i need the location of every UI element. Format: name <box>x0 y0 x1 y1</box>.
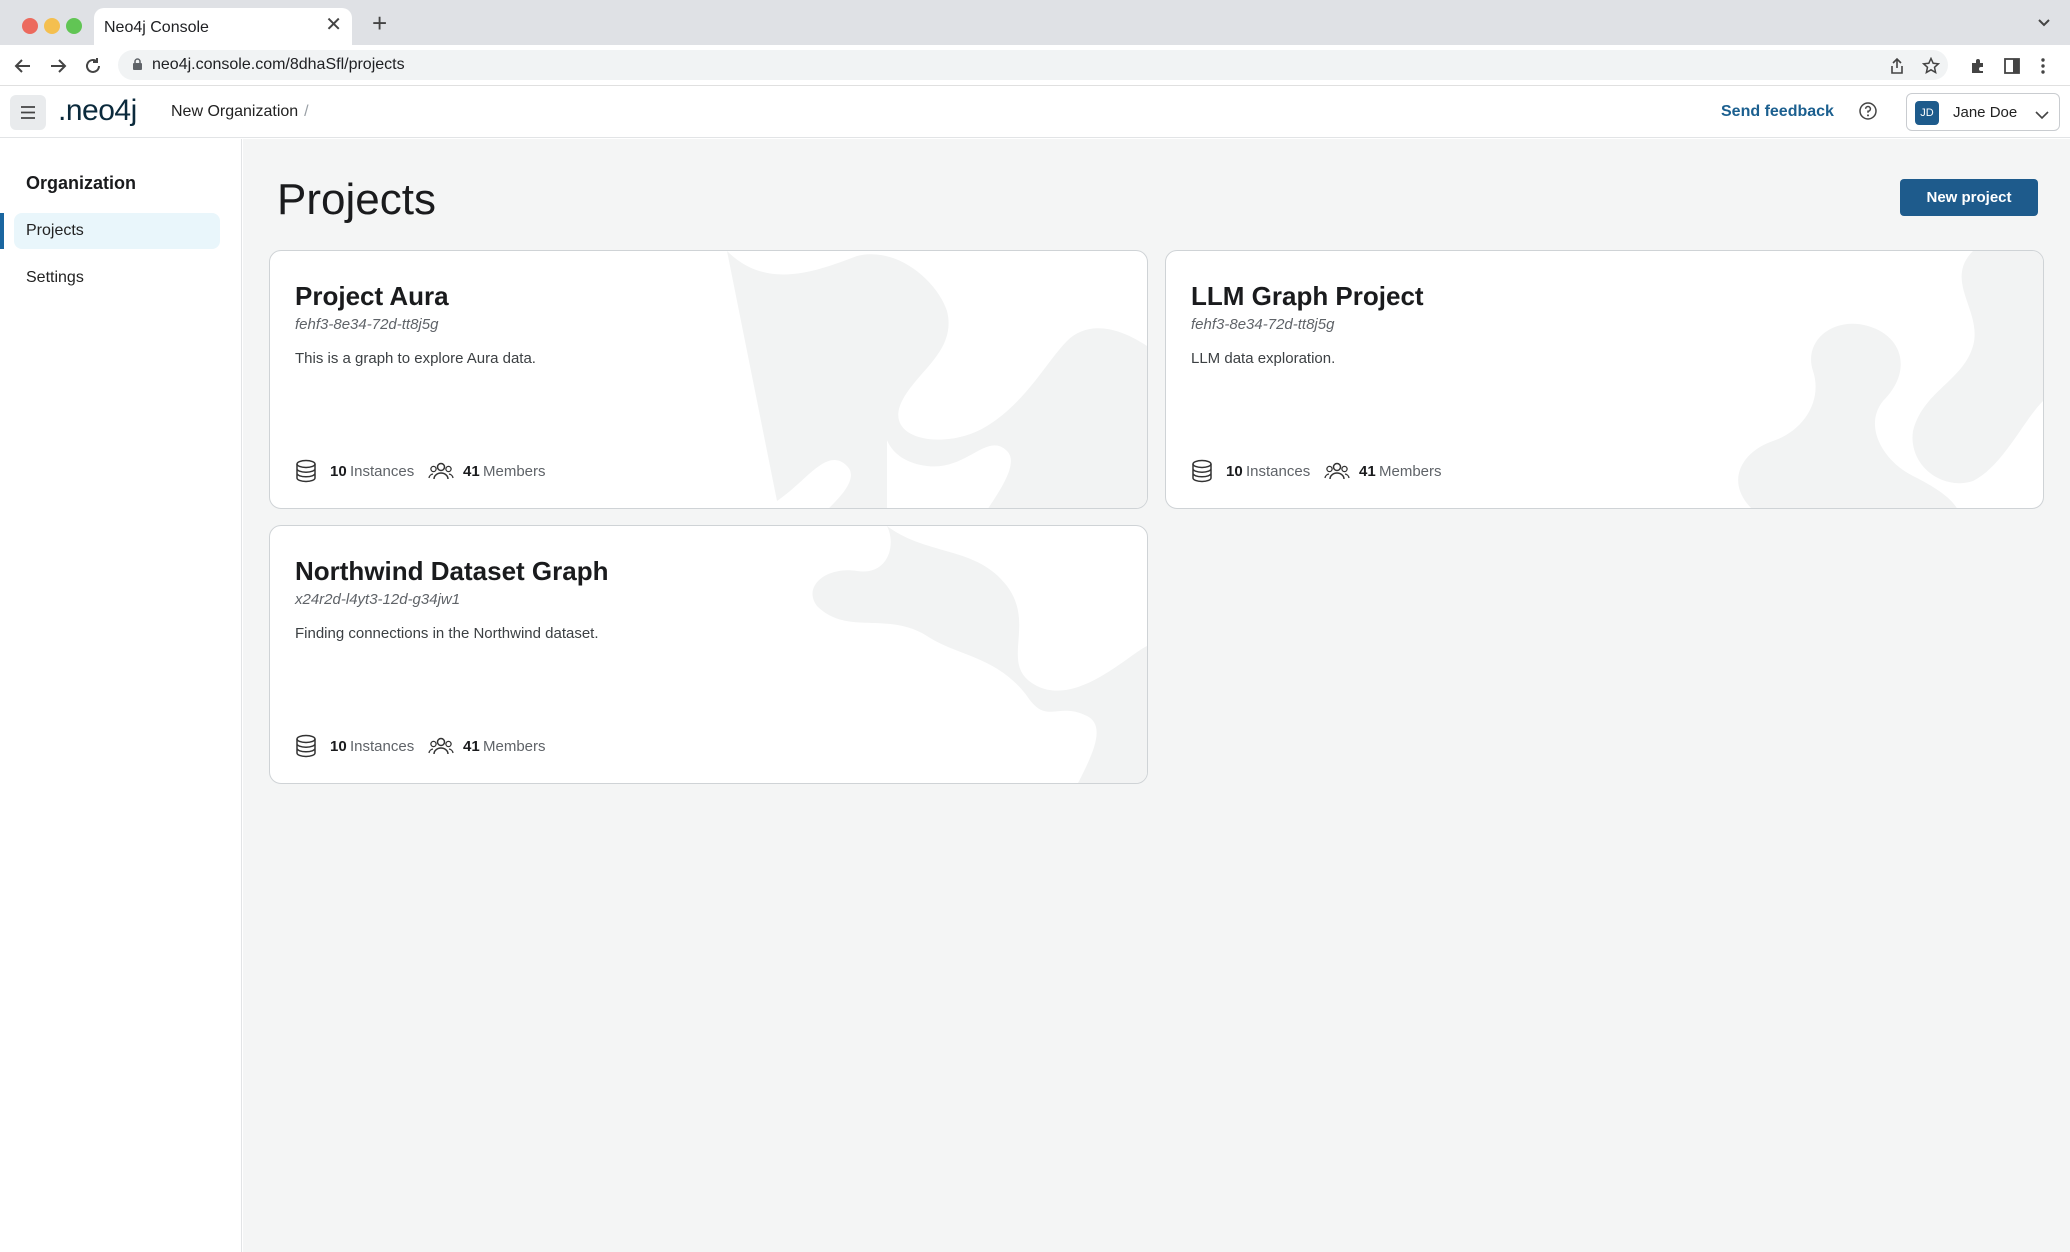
project-card[interactable]: LLM Graph Project fehf3-8e34-72d-tt8j5g … <box>1165 250 2044 509</box>
project-title[interactable]: Project Aura <box>295 281 449 312</box>
browser-tab[interactable]: Neo4j Console ✕ <box>94 8 352 45</box>
project-title[interactable]: LLM Graph Project <box>1191 281 1424 312</box>
tab-search-icon[interactable] <box>2036 14 2052 35</box>
browser-tab-strip: Neo4j Console ✕ + <box>0 0 2070 45</box>
members-label: Members <box>483 738 546 755</box>
user-menu-button[interactable]: JD Jane Doe <box>1906 93 2060 131</box>
bookmark-star-icon[interactable] <box>1921 56 1941 80</box>
members-count: 41 <box>463 738 480 755</box>
help-icon[interactable] <box>1858 101 1878 126</box>
tab-title: Neo4j Console <box>104 19 209 36</box>
project-id: fehf3-8e34-72d-tt8j5g <box>1191 316 1335 333</box>
share-icon[interactable] <box>1888 57 1906 80</box>
members-label: Members <box>483 463 546 480</box>
instances-count: 10 <box>330 463 347 480</box>
database-icon <box>296 459 316 483</box>
members-label: Members <box>1379 463 1442 480</box>
card-background-pattern <box>812 526 1147 783</box>
menu-button[interactable] <box>10 95 46 130</box>
members-icon <box>428 737 454 755</box>
side-panel-icon[interactable] <box>2003 57 2021 80</box>
sidebar-item-label: Projects <box>26 222 84 239</box>
extensions-icon[interactable] <box>1969 57 1987 80</box>
members-icon <box>428 462 454 480</box>
sidebar: Organization Projects Settings <box>0 139 242 1252</box>
instances-count: 10 <box>1226 463 1243 480</box>
project-card[interactable]: Project Aura fehf3-8e34-72d-tt8j5g This … <box>269 250 1148 509</box>
close-window-button[interactable] <box>22 18 38 34</box>
breadcrumb-organization[interactable]: New Organization <box>171 103 298 120</box>
back-icon[interactable] <box>12 55 34 82</box>
breadcrumb: New Organization / <box>171 103 309 121</box>
forward-icon[interactable] <box>47 55 69 82</box>
app-header: .neo4j New Organization / Send feedback J… <box>0 86 2070 138</box>
card-background-pattern <box>727 251 1147 508</box>
minimize-window-button[interactable] <box>44 18 60 34</box>
instances-label: Instances <box>1246 463 1311 480</box>
members-count: 41 <box>1359 463 1376 480</box>
lock-icon <box>132 58 143 76</box>
project-card[interactable]: Northwind Dataset Graph x24r2d-l4yt3-12d… <box>269 525 1148 784</box>
database-icon <box>1192 459 1212 483</box>
address-bar[interactable]: neo4j.console.com/8dhaSfl/projects <box>118 50 1948 80</box>
sidebar-item-settings[interactable]: Settings <box>14 260 220 296</box>
instances-label: Instances <box>350 463 415 480</box>
database-icon <box>296 734 316 758</box>
neo4j-logo[interactable]: .neo4j <box>58 94 137 128</box>
members-icon <box>1324 462 1350 480</box>
project-id: x24r2d-l4yt3-12d-g34jw1 <box>295 591 461 608</box>
project-description: This is a graph to explore Aura data. <box>295 350 536 367</box>
project-id: fehf3-8e34-72d-tt8j5g <box>295 316 439 333</box>
sidebar-item-projects[interactable]: Projects <box>14 213 220 249</box>
maximize-window-button[interactable] <box>66 18 82 34</box>
active-indicator <box>0 213 4 249</box>
send-feedback-link[interactable]: Send feedback <box>1721 103 1834 121</box>
reload-icon[interactable] <box>82 55 104 82</box>
project-description: LLM data exploration. <box>1191 350 1336 367</box>
browser-toolbar: neo4j.console.com/8dhaSfl/projects <box>0 45 2070 86</box>
close-tab-icon[interactable]: ✕ <box>325 15 342 35</box>
page-title: Projects <box>277 175 436 224</box>
sidebar-title: Organization <box>26 173 137 193</box>
main-content: Projects New project Project Aura fehf3-… <box>243 139 2070 1252</box>
sidebar-item-label: Settings <box>26 269 84 286</box>
breadcrumb-separator: / <box>304 103 309 120</box>
project-title[interactable]: Northwind Dataset Graph <box>295 556 608 587</box>
avatar: JD <box>1915 101 1939 125</box>
user-name: Jane Doe <box>1953 104 2018 121</box>
instances-label: Instances <box>350 738 415 755</box>
project-description: Finding connections in the Northwind dat… <box>295 625 599 642</box>
card-background-pattern <box>1738 251 2043 508</box>
members-count: 41 <box>463 463 480 480</box>
browser-menu-icon[interactable] <box>2039 57 2047 80</box>
new-tab-icon[interactable]: + <box>372 10 387 36</box>
new-project-button[interactable]: New project <box>1900 179 2038 216</box>
hamburger-icon <box>21 106 35 119</box>
url-text: neo4j.console.com/8dhaSfl/projects <box>152 56 405 73</box>
instances-count: 10 <box>330 738 347 755</box>
chevron-down-icon <box>2035 107 2049 125</box>
